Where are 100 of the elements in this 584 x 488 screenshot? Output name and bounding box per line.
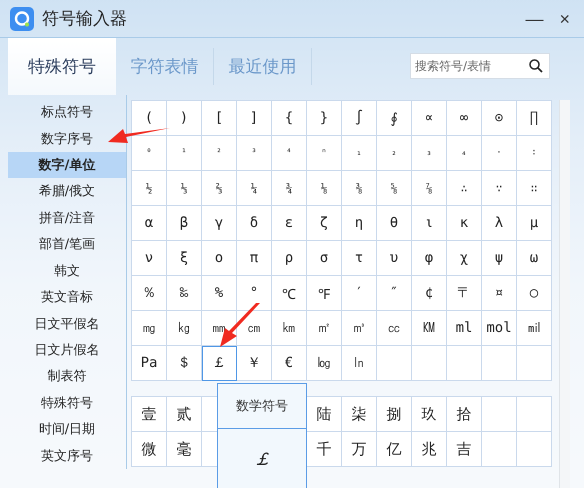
symbol-cell[interactable]: ∞	[447, 101, 482, 136]
symbol-cell[interactable]: ℃	[272, 276, 307, 311]
sidebar-item[interactable]: 特殊符号	[39, 390, 95, 416]
symbol-cell[interactable]: 毫	[167, 432, 202, 467]
symbol-cell[interactable]: τ	[342, 241, 377, 276]
symbol-cell[interactable]: ⁴	[272, 136, 307, 171]
sidebar-item[interactable]: 时间/日期	[36, 416, 98, 442]
symbol-cell[interactable]: 万	[342, 432, 377, 467]
symbol-cell[interactable]: 玖	[412, 397, 447, 432]
symbol-cell[interactable]: ∴	[447, 171, 482, 206]
sidebar-item[interactable]: 日文片假名	[32, 336, 102, 364]
symbol-cell[interactable]: 捌	[377, 397, 412, 432]
symbol-cell[interactable]: ½	[132, 171, 167, 206]
symbol-cell[interactable]: ⅔	[202, 171, 237, 206]
symbol-cell[interactable]: ψ	[482, 241, 517, 276]
symbol-cell[interactable]: 微	[132, 432, 167, 467]
sidebar-item[interactable]: 制表符	[46, 363, 88, 390]
symbol-cell[interactable]: ₄	[447, 136, 482, 171]
symbol-cell[interactable]: ³	[237, 136, 272, 171]
symbol-cell[interactable]: δ	[237, 206, 272, 241]
symbol-cell[interactable]: ㏄	[377, 311, 412, 346]
symbol-cell[interactable]: ㎞	[272, 311, 307, 346]
symbol-cell[interactable]: }	[307, 101, 342, 136]
search-field[interactable]: 搜索符号/表情	[410, 53, 550, 79]
sidebar-item[interactable]: 英文音标	[39, 284, 95, 310]
symbol-cell[interactable]: ε	[272, 206, 307, 241]
symbol-cell[interactable]: ¼	[237, 171, 272, 206]
symbol-cell[interactable]: 拾	[447, 397, 482, 432]
symbol-cell[interactable]: ㎡	[307, 311, 342, 346]
sidebar-item[interactable]: 日文平假名	[32, 310, 102, 337]
symbol-cell[interactable]: ι	[412, 206, 447, 241]
symbol-cell[interactable]: ￥	[237, 346, 272, 381]
symbol-cell[interactable]: ＄	[167, 346, 202, 381]
sidebar-item[interactable]: 标点符号	[39, 99, 95, 126]
symbol-cell[interactable]: ∵	[482, 171, 517, 206]
symbol-cell[interactable]: ∏	[517, 101, 552, 136]
sidebar-item[interactable]: 数字/单位	[8, 152, 126, 178]
symbol-cell[interactable]: ml	[447, 311, 482, 346]
symbol-cell[interactable]: ·	[482, 136, 517, 171]
symbol-cell[interactable]: ¢	[412, 276, 447, 311]
symbol-cell[interactable]: θ	[377, 206, 412, 241]
sidebar-item[interactable]: 英文序号	[39, 442, 95, 469]
symbol-cell[interactable]: β	[167, 206, 202, 241]
symbol-cell[interactable]: ]	[237, 101, 272, 136]
symbol-cell[interactable]: ⅛	[307, 171, 342, 206]
symbol-cell[interactable]: ∫	[342, 101, 377, 136]
symbol-cell[interactable]: ○	[517, 276, 552, 311]
symbol-cell[interactable]: ∷	[517, 171, 552, 206]
symbol-cell[interactable]: ㏒	[307, 346, 342, 381]
symbol-cell[interactable]: ％	[132, 276, 167, 311]
symbol-cell[interactable]: ⊙	[482, 101, 517, 136]
symbol-cell[interactable]: ⁰	[132, 136, 167, 171]
symbol-cell[interactable]: φ	[412, 241, 447, 276]
symbol-cell[interactable]: π	[237, 241, 272, 276]
symbol-cell[interactable]: ⅜	[342, 171, 377, 206]
symbol-cell[interactable]: ⅓	[167, 171, 202, 206]
symbol-cell[interactable]: 兆	[412, 432, 447, 467]
symbol-cell[interactable]: ㏑	[342, 346, 377, 381]
sidebar-item[interactable]: 希腊/俄文	[36, 178, 98, 205]
symbol-cell[interactable]: Pa	[132, 346, 167, 381]
symbol-cell[interactable]: ㎏	[167, 311, 202, 346]
symbol-cell[interactable]: {	[272, 101, 307, 136]
scrollbar[interactable]	[559, 100, 570, 488]
symbol-cell[interactable]: ㏎	[412, 311, 447, 346]
symbol-cell[interactable]: ⁿ	[307, 136, 342, 171]
symbol-cell[interactable]: ν	[132, 241, 167, 276]
sidebar-item[interactable]: 数字序号	[39, 125, 95, 152]
symbol-cell[interactable]: €	[272, 346, 307, 381]
symbol-cell[interactable]: 壹	[132, 397, 167, 432]
symbol-cell[interactable]: ℉	[307, 276, 342, 311]
symbol-cell[interactable]: γ	[202, 206, 237, 241]
sidebar-item[interactable]: 韩文	[52, 258, 82, 284]
symbol-cell[interactable]: ²	[202, 136, 237, 171]
symbol-cell[interactable]: mol	[482, 311, 517, 346]
symbol-cell[interactable]: 亿	[377, 432, 412, 467]
symbol-cell[interactable]: %	[202, 276, 237, 311]
symbol-cell[interactable]: η	[342, 206, 377, 241]
symbol-cell[interactable]: 〒	[447, 276, 482, 311]
symbol-cell[interactable]: ㎎	[132, 311, 167, 346]
symbol-cell[interactable]: ￡	[202, 346, 237, 381]
symbol-cell[interactable]: ¹	[167, 136, 202, 171]
symbol-cell[interactable]: ㎥	[342, 311, 377, 346]
search-icon[interactable]	[528, 58, 544, 74]
symbol-cell[interactable]: 贰	[167, 397, 202, 432]
symbol-cell[interactable]: ″	[377, 276, 412, 311]
symbol-cell[interactable]: μ	[517, 206, 552, 241]
symbol-cell[interactable]: ∮	[377, 101, 412, 136]
symbol-cell[interactable]: ∶	[517, 136, 552, 171]
symbol-cell[interactable]: ¤	[482, 276, 517, 311]
symbol-cell[interactable]: 柒	[342, 397, 377, 432]
symbol-cell[interactable]: ο	[202, 241, 237, 276]
symbol-cell[interactable]: ⅞	[412, 171, 447, 206]
sidebar-item[interactable]: 拼音/注音	[36, 204, 98, 232]
symbol-cell[interactable]: ρ	[272, 241, 307, 276]
symbol-cell[interactable]: )	[167, 101, 202, 136]
symbol-cell[interactable]: 吉	[447, 432, 482, 467]
minimize-button[interactable]: —	[521, 10, 548, 28]
symbol-cell[interactable]: ξ	[167, 241, 202, 276]
symbol-cell[interactable]: ′	[342, 276, 377, 311]
symbol-cell[interactable]: [	[202, 101, 237, 136]
